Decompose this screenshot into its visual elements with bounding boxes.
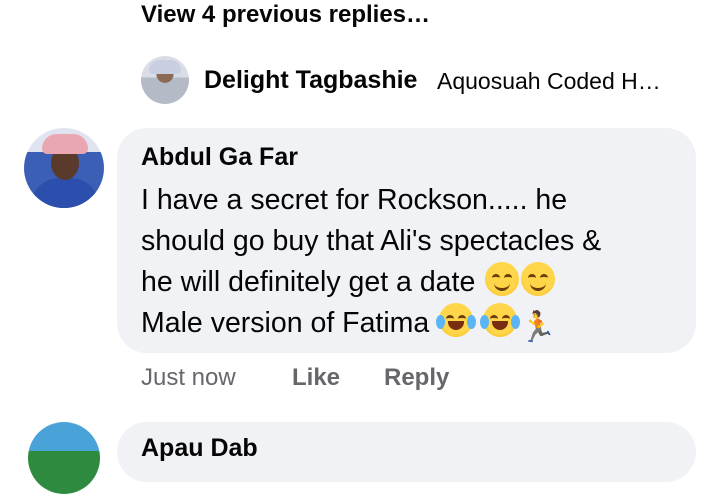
tears-of-joy-emoji	[436, 303, 477, 337]
comment-body: I have a secret for Rockson..... he shou…	[141, 180, 691, 345]
like-button[interactable]: Like	[292, 364, 340, 392]
smiling-face-emoji	[521, 262, 556, 296]
reply-button[interactable]: Reply	[384, 364, 449, 392]
next-comment-author-name[interactable]: Apau Dab	[141, 434, 258, 463]
reply-author-avatar[interactable]	[141, 56, 189, 104]
comment-line: Male version of Fatima 🏃	[141, 303, 691, 345]
reply-preview-text: Aquosuah Coded H…	[437, 68, 661, 94]
smiling-face-emoji	[485, 262, 520, 296]
comment-line: I have a secret for Rockson..... he	[141, 184, 568, 216]
comment-author-avatar[interactable]	[24, 128, 104, 208]
comment-line-text: he will definitely get a date	[141, 266, 476, 298]
view-previous-replies-link[interactable]: View 4 previous replies…	[141, 0, 430, 30]
tears-of-joy-emoji	[480, 303, 521, 337]
comment-author-name[interactable]: Abdul Ga Far	[141, 143, 298, 172]
reply-preview[interactable]: Delight Tagbashie Aquosuah Coded H…	[141, 56, 701, 104]
comment-line-text: Male version of Fatima	[141, 307, 430, 339]
person-running-emoji: 🏃	[519, 311, 557, 344]
comment-timestamp[interactable]: Just now	[141, 364, 236, 392]
reply-author-name[interactable]: Delight Tagbashie	[204, 66, 417, 95]
next-comment-avatar[interactable]	[28, 422, 100, 494]
comment-line: should go buy that Ali's spectacles &	[141, 225, 602, 257]
comment-line: he will definitely get a date	[141, 262, 691, 303]
